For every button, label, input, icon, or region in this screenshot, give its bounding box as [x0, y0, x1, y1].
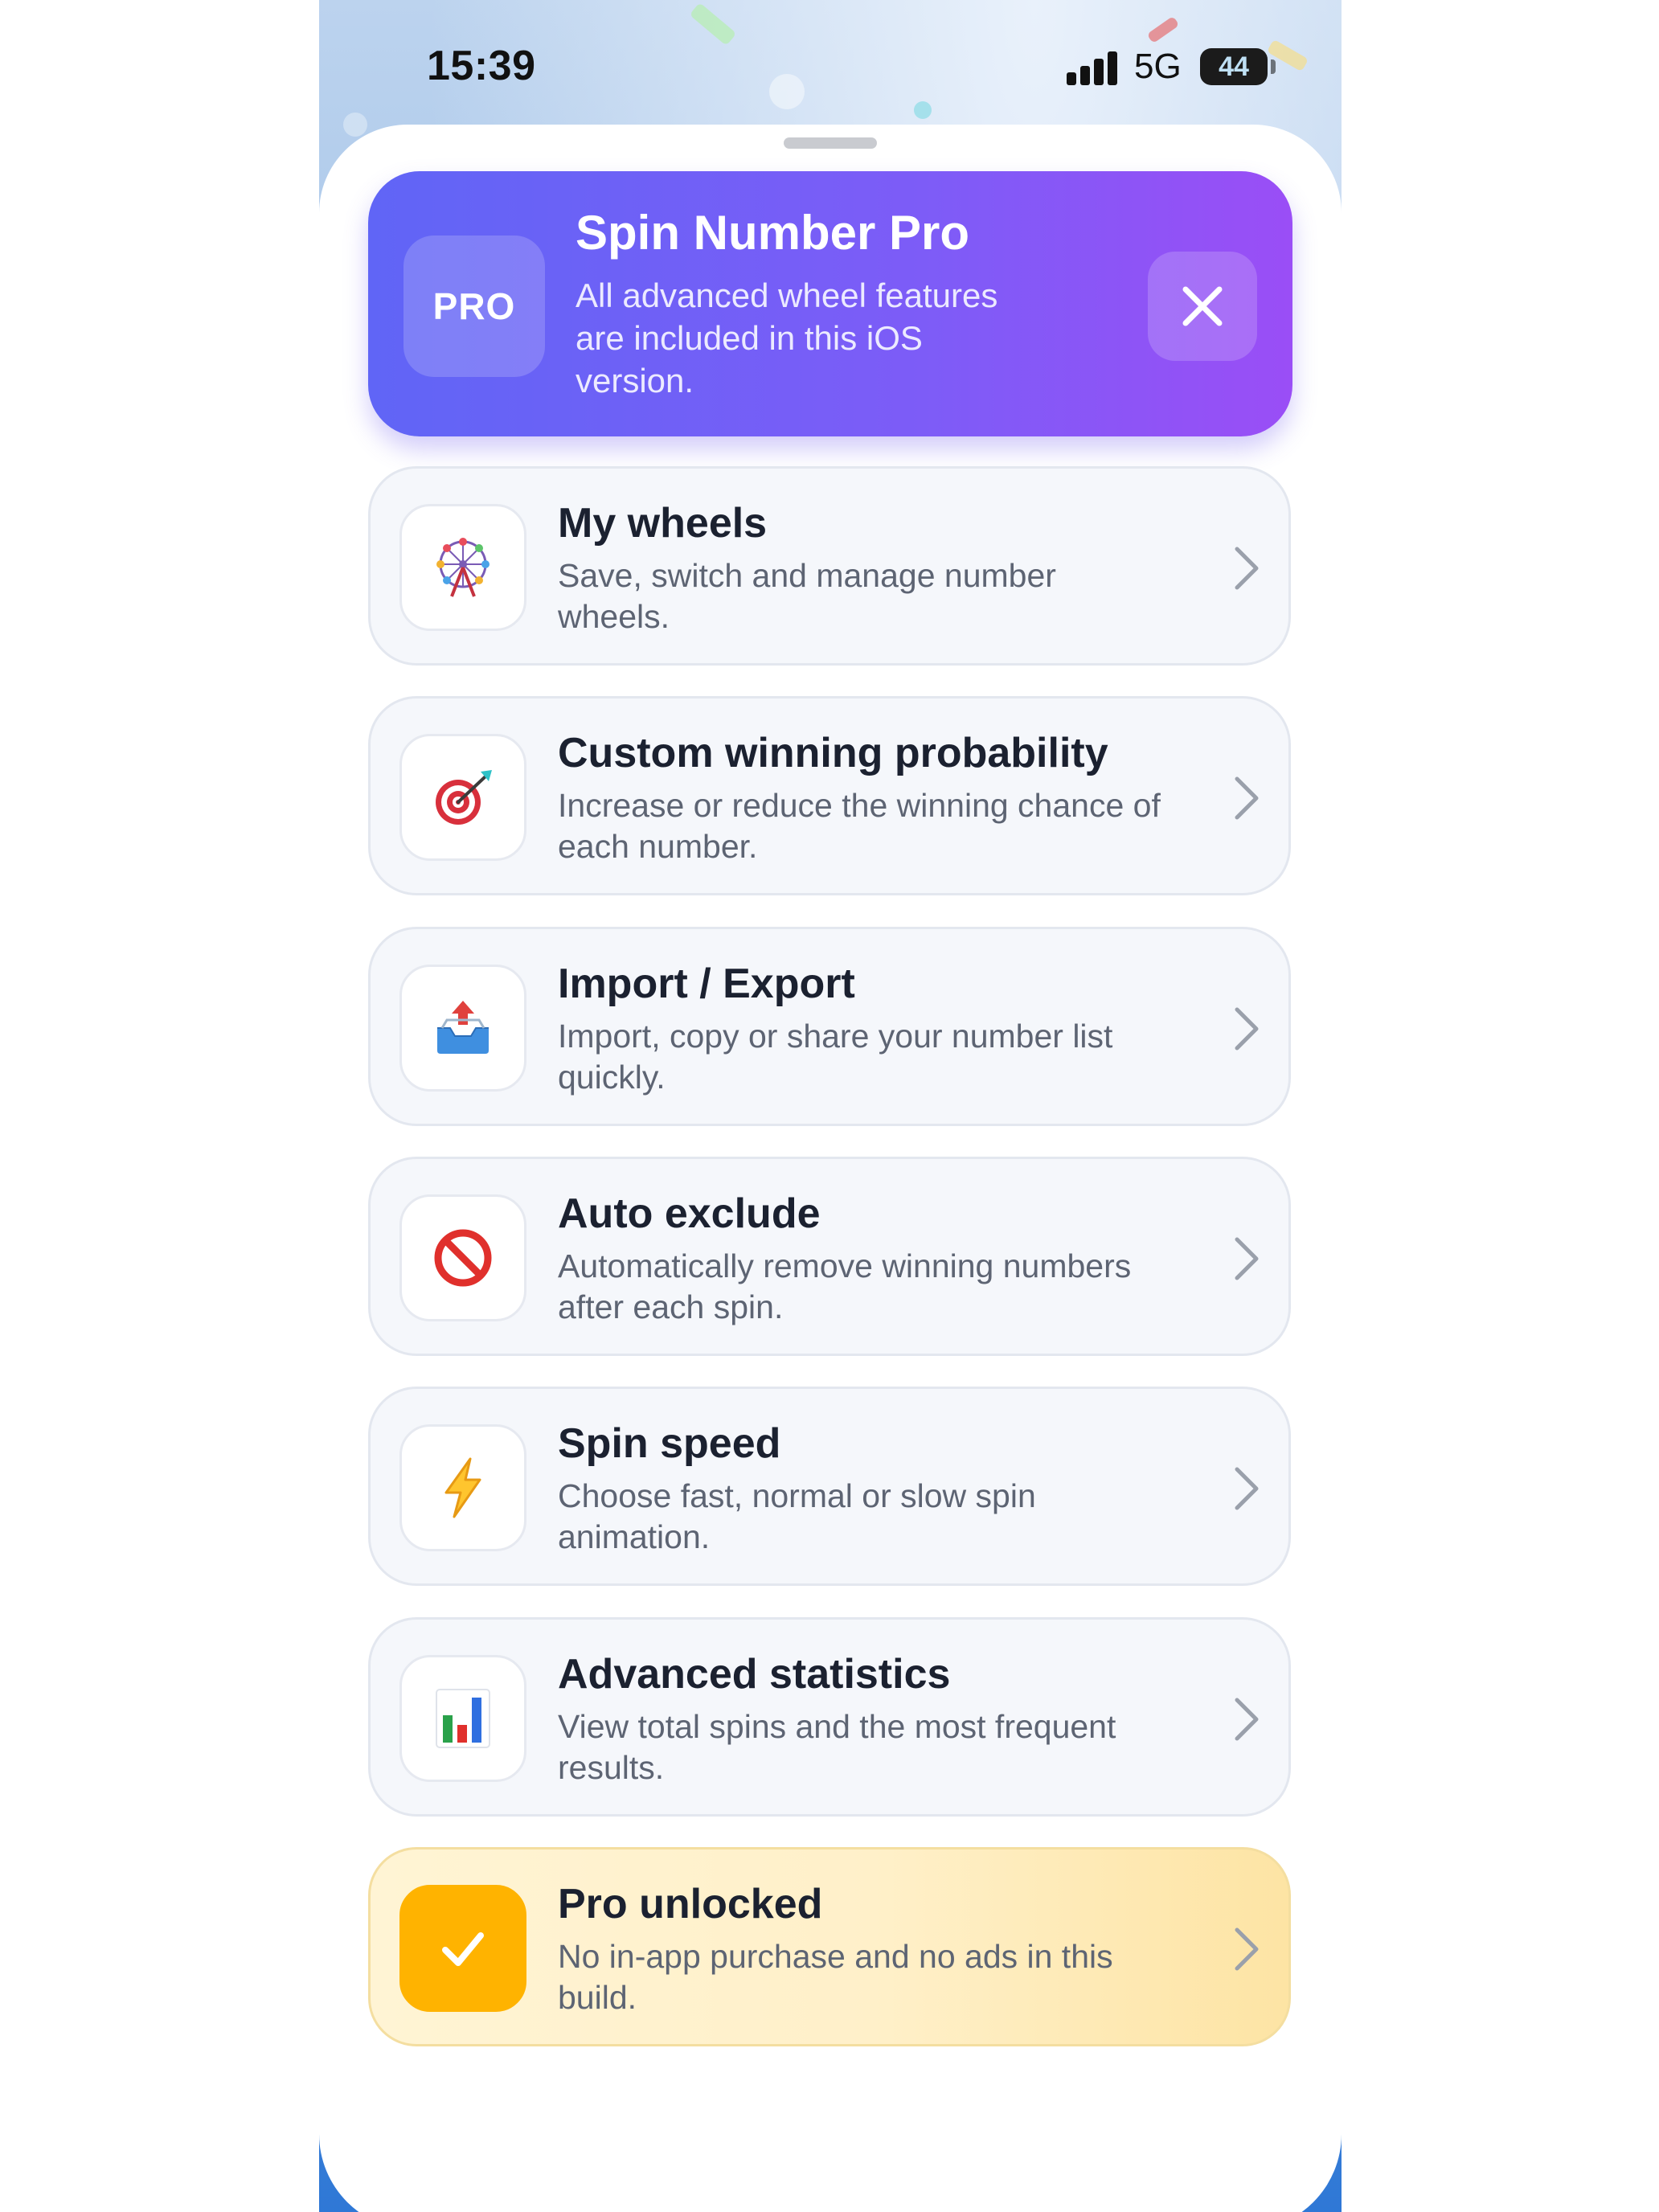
feature-icon-box: [399, 1885, 526, 2012]
bar-chart-icon: [436, 1689, 490, 1748]
checkmark-icon: [442, 1932, 484, 1966]
feature-title: Custom winning probability: [558, 730, 1108, 776]
ferris-wheel-icon: [436, 538, 490, 597]
cellular-signal-icon: [1067, 50, 1120, 85]
feature-row-advanced-statistics[interactable]: Advanced statistics View total spins and…: [368, 1617, 1291, 1817]
chevron-right-icon: [1235, 1467, 1259, 1510]
pro-banner: PRO Spin Number Pro All advanced wheel f…: [368, 171, 1292, 436]
feature-row-auto-exclude[interactable]: Auto exclude Automatically remove winnin…: [368, 1157, 1291, 1356]
chevron-right-icon: [1235, 776, 1259, 820]
lightning-icon: [444, 1457, 481, 1518]
sheet-grabber[interactable]: [784, 137, 877, 149]
feature-icon-box: [399, 504, 526, 631]
battery-tip: [1271, 59, 1276, 74]
phone-screen: 15:39 5G 44 PRO Spin Number Pro All adva…: [319, 0, 1342, 2212]
feature-description: Save, switch and manage number wheels.: [558, 557, 1056, 635]
feature-description: Automatically remove winning numbers aft…: [558, 1247, 1132, 1325]
feature-description: Increase or reduce the winning chance of…: [558, 787, 1161, 865]
feature-row-custom-probability[interactable]: Custom winning probability Increase or r…: [368, 696, 1291, 895]
feature-title: Pro unlocked: [558, 1881, 823, 1927]
status-bar: 15:39 5G 44: [319, 0, 1342, 129]
feature-title: Auto exclude: [558, 1190, 821, 1237]
target-dart-icon: [436, 770, 492, 825]
feature-row-my-wheels[interactable]: My wheels Save, switch and manage number…: [368, 466, 1291, 666]
feature-title: Advanced statistics: [558, 1651, 951, 1698]
chevron-right-icon: [1235, 1007, 1259, 1051]
close-icon: [1182, 286, 1223, 326]
network-type: 5G: [1134, 47, 1182, 86]
feature-row-spin-speed[interactable]: Spin speed Choose fast, normal or slow s…: [368, 1387, 1291, 1586]
feature-icon-box: [399, 1655, 526, 1782]
feature-title: Spin speed: [558, 1420, 781, 1467]
chevron-right-icon: [1235, 1927, 1259, 1971]
status-time: 15:39: [427, 43, 536, 89]
feature-row-import-export[interactable]: Import / Export Import, copy or share yo…: [368, 927, 1291, 1126]
chevron-right-icon: [1235, 1698, 1259, 1741]
feature-icon-box: [399, 965, 526, 1092]
feature-row-pro-unlocked[interactable]: Pro unlocked No in-app purchase and no a…: [368, 1847, 1291, 2046]
feature-icon-box: [399, 1424, 526, 1551]
chevron-right-icon: [1235, 547, 1259, 590]
banner-title: Spin Number Pro: [576, 206, 970, 260]
banner-subtitle: All advanced wheel features are included…: [576, 276, 998, 399]
feature-description: Choose fast, normal or slow spin animati…: [558, 1477, 1036, 1555]
pro-badge: PRO: [403, 236, 545, 377]
inbox-upload-icon: [437, 1001, 489, 1054]
feature-description: No in-app purchase and no ads in this bu…: [558, 1938, 1113, 2016]
close-button[interactable]: [1148, 252, 1257, 361]
chevron-right-icon: [1235, 1237, 1259, 1280]
feature-description: Import, copy or share your number list q…: [558, 1018, 1113, 1096]
feature-icon-box: [399, 1194, 526, 1321]
feature-title: Import / Export: [558, 961, 855, 1007]
pro-sheet: PRO Spin Number Pro All advanced wheel f…: [319, 125, 1342, 2212]
feature-icon-box: [399, 734, 526, 861]
battery-icon: 44: [1200, 48, 1268, 85]
feature-title: My wheels: [558, 500, 768, 547]
feature-description: View total spins and the most frequent r…: [558, 1708, 1116, 1786]
prohibited-icon: [434, 1229, 492, 1287]
